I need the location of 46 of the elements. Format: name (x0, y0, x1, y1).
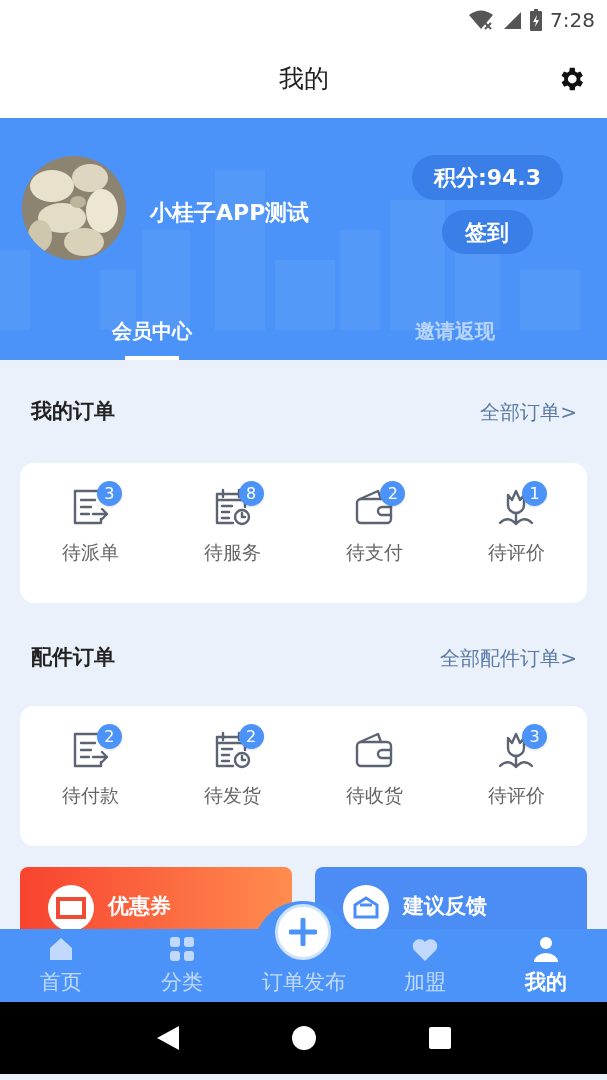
promo-card[interactable]: 建议反馈 (315, 867, 587, 929)
nav-tab[interactable]: 我的 (485, 929, 607, 1002)
status-time: 7:28 (550, 7, 595, 34)
back-icon[interactable] (156, 1026, 179, 1050)
wifi-icon (468, 10, 495, 30)
count-badge: 1 (522, 481, 548, 506)
promo-icon (48, 885, 94, 929)
count-badge: 2 (96, 724, 122, 749)
signal-icon (502, 10, 523, 30)
sign-in-button[interactable]: 签到 (441, 210, 533, 254)
order-status-item[interactable]: 待收货 (303, 706, 446, 846)
view-all-link[interactable]: 全部配件订单> (440, 642, 577, 673)
grid-icon (168, 934, 197, 963)
tab[interactable]: 会员中心 (0, 302, 304, 360)
order-status-item[interactable]: 2 待发货 (161, 706, 304, 846)
order-status-item[interactable]: 3 待派单 (20, 463, 162, 603)
points-pill[interactable]: 积分:94.3 (411, 155, 563, 200)
order-status-item[interactable]: 2 待付款 (20, 706, 162, 846)
count-badge: 2 (380, 481, 406, 506)
count-badge: 3 (522, 724, 548, 749)
nav-tab[interactable]: 订单发布 (242, 962, 365, 1002)
home-circle-icon[interactable] (291, 1026, 316, 1050)
nav-tab[interactable]: 加盟 (364, 929, 486, 1002)
count-badge: 8 (238, 481, 264, 506)
nav-tab[interactable]: 首页 (0, 929, 122, 1002)
nav-tab[interactable]: 分类 (121, 929, 243, 1002)
plus-icon (289, 918, 317, 946)
user-name: 小桂子APP测试 (150, 199, 310, 227)
wallet-icon (354, 487, 395, 527)
tab-indicator (125, 356, 179, 360)
wallet-icon (354, 730, 395, 770)
tab[interactable]: 邀请返现 (303, 302, 607, 360)
section-title: 配件订单 (31, 643, 115, 671)
battery-icon (530, 9, 543, 31)
promo-card[interactable]: 优惠券 (20, 867, 292, 929)
view-all-link[interactable]: 全部订单> (480, 396, 577, 427)
recents-icon[interactable] (428, 1027, 451, 1049)
order-status-item[interactable]: 1 待评价 (445, 463, 587, 603)
order-status-item[interactable]: 3 待评价 (445, 706, 587, 846)
page-title: 我的 (278, 63, 329, 96)
count-badge: 3 (96, 481, 122, 506)
order-status-item[interactable]: 8 待服务 (161, 463, 304, 603)
order-status-item[interactable]: 2 待支付 (303, 463, 446, 603)
count-badge: 2 (238, 724, 264, 749)
person-icon (532, 934, 561, 963)
section-title: 我的订单 (31, 397, 115, 425)
